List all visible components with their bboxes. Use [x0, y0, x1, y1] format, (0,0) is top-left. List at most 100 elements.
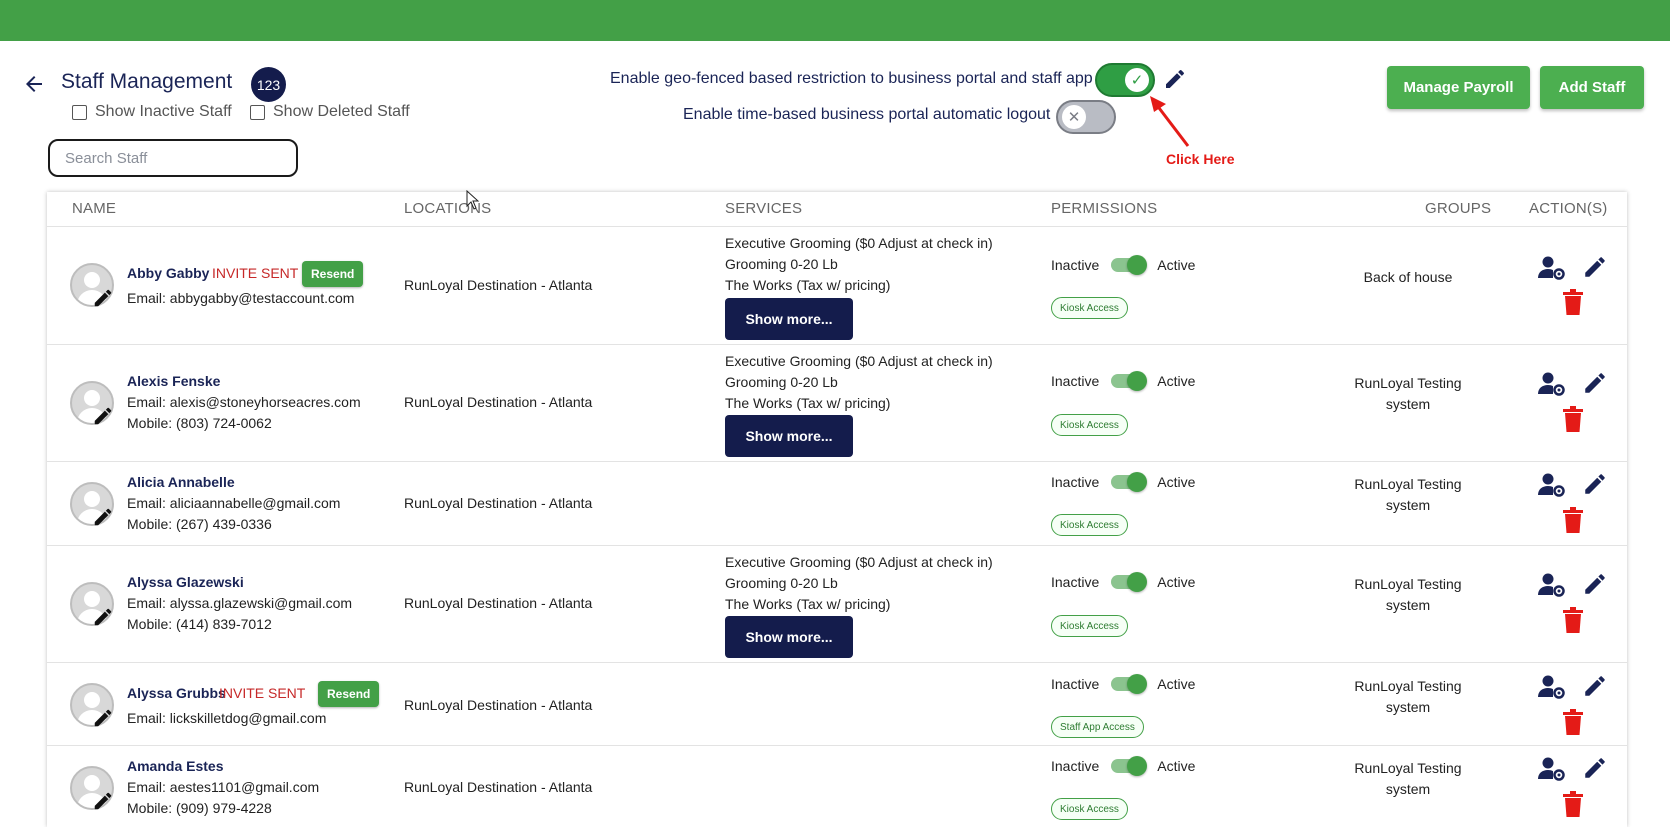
services-list: Executive Grooming ($0 Adjust at check i… [725, 233, 993, 296]
edit-icon[interactable] [1582, 254, 1608, 280]
group-name-cont: system [1385, 497, 1431, 513]
inactive-label: Inactive [1051, 257, 1100, 273]
permission-tag: Kiosk Access [1051, 297, 1128, 319]
invite-status: INVITE SENT [212, 265, 299, 281]
user-settings-icon[interactable] [1538, 756, 1566, 782]
service-item: Grooming 0-20 Lb [725, 575, 838, 591]
staff-name[interactable]: Alexis Fenske [127, 373, 220, 389]
staff-group: RunLoyal Testing system [1350, 758, 1466, 800]
delete-icon[interactable] [1562, 607, 1584, 633]
column-header-actions: ACTION(S) [1529, 200, 1608, 217]
manage-payroll-button[interactable]: Manage Payroll [1387, 66, 1530, 109]
edit-avatar-icon[interactable] [92, 790, 114, 812]
show-more-button[interactable]: Show more... [725, 298, 853, 340]
edit-avatar-icon[interactable] [92, 707, 114, 729]
service-item: The Works (Tax w/ pricing) [725, 395, 891, 411]
resend-button[interactable]: Resend [302, 261, 364, 287]
active-toggle[interactable] [1109, 255, 1148, 275]
active-toggle[interactable] [1109, 674, 1148, 694]
staff-name[interactable]: Alicia Annabelle [127, 474, 235, 490]
staff-location: RunLoyal Destination - Atlanta [404, 277, 593, 293]
active-toggle[interactable] [1109, 572, 1148, 592]
service-item: Grooming 0-20 Lb [725, 256, 838, 272]
group-name-cont: system [1385, 597, 1431, 613]
geo-restriction-toggle[interactable]: ✓ [1095, 63, 1155, 97]
column-header-services: SERVICES [725, 200, 803, 217]
staff-name[interactable]: Alyssa Glazewski [127, 574, 244, 590]
user-settings-icon[interactable] [1538, 472, 1566, 498]
active-toggle[interactable] [1109, 371, 1148, 391]
staff-mobile: Mobile: (414) 839-7012 [127, 616, 272, 632]
staff-name[interactable]: Amanda Estes [127, 758, 223, 774]
check-icon: ✓ [1125, 68, 1149, 92]
active-label: Active [1157, 474, 1196, 490]
edit-avatar-icon[interactable] [92, 405, 114, 427]
staff-location: RunLoyal Destination - Atlanta [404, 595, 593, 611]
column-header-groups: GROUPS [1425, 200, 1492, 217]
delete-icon[interactable] [1562, 791, 1584, 817]
staff-email: Email: lickskilletdog@gmail.com [127, 710, 327, 726]
user-settings-icon[interactable] [1538, 674, 1566, 700]
group-name: RunLoyal Testing [1354, 375, 1462, 391]
group-name-cont: system [1385, 781, 1431, 797]
add-staff-button[interactable]: Add Staff [1540, 66, 1644, 109]
delete-icon[interactable] [1562, 709, 1584, 735]
group-name: Back of house [1363, 269, 1453, 285]
staff-group: RunLoyal Testing system [1350, 373, 1466, 415]
edit-icon[interactable] [1582, 673, 1608, 699]
delete-icon[interactable] [1562, 406, 1584, 432]
staff-location: RunLoyal Destination - Atlanta [404, 697, 593, 713]
resend-button[interactable]: Resend [318, 681, 380, 707]
show-inactive-option[interactable]: Show Inactive Staff [72, 103, 232, 121]
close-icon: ✕ [1062, 105, 1086, 129]
edit-avatar-icon[interactable] [92, 287, 114, 309]
show-more-button[interactable]: Show more... [725, 415, 853, 457]
edit-avatar-icon[interactable] [92, 506, 114, 528]
group-name: RunLoyal Testing [1354, 476, 1462, 492]
staff-name[interactable]: Abby Gabby [127, 265, 209, 281]
permission-toggle-row: Inactive Active [1051, 371, 1195, 391]
invite-status: INVITE SENT [219, 685, 306, 701]
staff-mobile: Mobile: (267) 439-0336 [127, 516, 272, 532]
column-header-permissions: PERMISSIONS [1051, 200, 1158, 217]
click-here-annotation: Click Here [1166, 151, 1235, 167]
edit-avatar-icon[interactable] [92, 606, 114, 628]
permission-tag: Kiosk Access [1051, 514, 1128, 536]
show-inactive-checkbox[interactable] [72, 104, 87, 120]
active-toggle[interactable] [1109, 756, 1148, 776]
table-row: Alicia Annabelle Email: aliciaannabelle@… [47, 461, 1627, 545]
table-row: Amanda Estes Email: aestes1101@gmail.com… [47, 745, 1627, 827]
auto-logout-toggle[interactable]: ✕ [1056, 100, 1116, 134]
edit-icon[interactable] [1582, 370, 1608, 396]
user-settings-icon[interactable] [1538, 572, 1566, 598]
back-arrow-icon[interactable] [22, 72, 46, 96]
active-toggle[interactable] [1109, 472, 1148, 492]
staff-group: RunLoyal Testing system [1350, 676, 1466, 718]
delete-icon[interactable] [1562, 289, 1584, 315]
delete-icon[interactable] [1562, 507, 1584, 533]
user-settings-icon[interactable] [1538, 255, 1566, 281]
staff-group: RunLoyal Testing system [1350, 474, 1466, 516]
user-settings-icon[interactable] [1538, 371, 1566, 397]
staff-mobile: Mobile: (909) 979-4228 [127, 800, 272, 816]
staff-name[interactable]: Alyssa Grubbs [127, 685, 226, 701]
service-item: Grooming 0-20 Lb [725, 374, 838, 390]
edit-icon[interactable] [1582, 755, 1608, 781]
show-deleted-option[interactable]: Show Deleted Staff [250, 103, 410, 121]
staff-email: Email: aliciaannabelle@gmail.com [127, 495, 341, 511]
service-item: Executive Grooming ($0 Adjust at check i… [725, 554, 993, 570]
edit-icon[interactable] [1582, 571, 1608, 597]
staff-location: RunLoyal Destination - Atlanta [404, 779, 593, 795]
search-input[interactable] [48, 139, 298, 177]
permission-tag: Kiosk Access [1051, 798, 1128, 820]
permission-toggle-row: Inactive Active [1051, 674, 1195, 694]
show-more-button[interactable]: Show more... [725, 616, 853, 658]
top-bar [0, 0, 1670, 41]
group-name: RunLoyal Testing [1354, 760, 1462, 776]
staff-group: RunLoyal Testing system [1350, 574, 1466, 616]
show-deleted-checkbox[interactable] [250, 104, 265, 120]
staff-email: Email: alexis@stoneyhorseacres.com [127, 394, 361, 410]
pencil-icon[interactable] [1163, 67, 1187, 91]
group-name: RunLoyal Testing [1354, 576, 1462, 592]
edit-icon[interactable] [1582, 471, 1608, 497]
